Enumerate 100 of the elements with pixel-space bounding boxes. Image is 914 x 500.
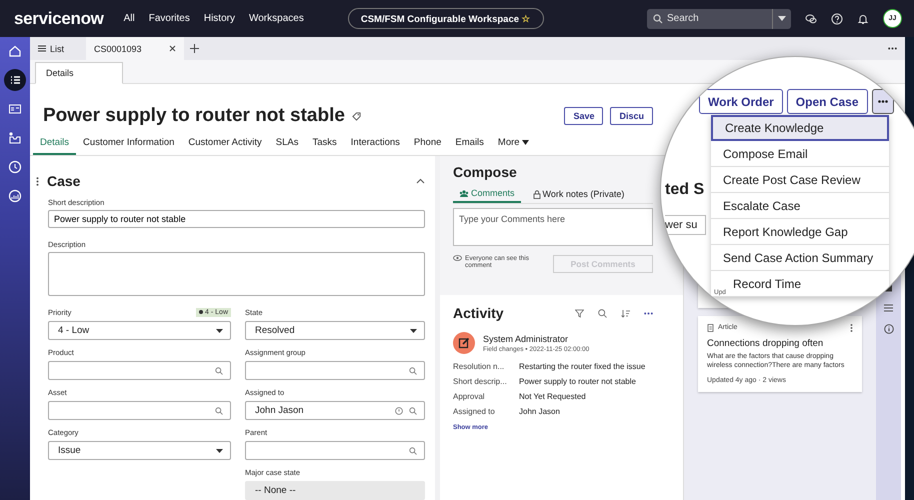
record-action-button[interactable]: Discu: [610, 107, 653, 125]
lock-icon: [532, 190, 541, 198]
change-field: Resolution n...: [453, 362, 519, 371]
dropdown-field[interactable]: Resolved: [245, 321, 425, 340]
lookup-field[interactable]: John Jason: [245, 401, 425, 420]
change-field: Assigned to: [453, 407, 519, 416]
search-field[interactable]: Search: [647, 8, 772, 28]
caret-icon: [410, 328, 417, 332]
sort-icon[interactable]: [621, 308, 630, 318]
card-icon: [8, 102, 22, 116]
collapse-chevron-icon[interactable]: [416, 178, 425, 184]
description-field[interactable]: [48, 252, 425, 296]
list-icon: [38, 45, 46, 52]
menu-item[interactable]: Create Post Case Review: [711, 167, 889, 193]
article-icon: [707, 324, 715, 332]
record-tab[interactable]: Customer Information: [76, 134, 182, 155]
close-icon[interactable]: [169, 45, 176, 52]
section-title: Compose: [453, 164, 518, 180]
caret-icon: [216, 448, 223, 452]
record-tab[interactable]: Phone: [406, 134, 448, 155]
record-tab[interactable]: Emails: [448, 134, 491, 155]
home-icon: [8, 44, 22, 58]
search-icon: [409, 446, 417, 454]
activity-author: System Administrator: [483, 334, 570, 344]
clock-icon: [8, 160, 22, 174]
lookup-field[interactable]: [48, 361, 231, 380]
caret-icon: [778, 16, 786, 21]
search-icon[interactable]: [598, 308, 607, 318]
tag-icon[interactable]: [352, 112, 361, 120]
article-title: Connections dropping often: [707, 338, 824, 349]
section-title: Activity: [453, 305, 504, 321]
list-icon[interactable]: [884, 304, 893, 312]
lookup-field[interactable]: [245, 361, 425, 380]
workspace-switcher[interactable]: CSM/FSM Configurable Workspace ☆: [348, 8, 544, 29]
eye-icon: [453, 255, 462, 261]
info-icon[interactable]: [884, 324, 894, 334]
rail-nav-item[interactable]: [4, 69, 26, 91]
filter-icon[interactable]: [575, 308, 584, 318]
drag-handle-icon[interactable]: [36, 176, 39, 186]
people-icon: [459, 190, 469, 196]
record-tab[interactable]: Customer Activity: [181, 134, 269, 155]
chart-icon: [8, 189, 22, 203]
nav-link[interactable]: History: [204, 13, 235, 24]
more-icon[interactable]: [888, 47, 897, 50]
record-tab[interactable]: SLAs: [268, 134, 306, 155]
record-action-button[interactable]: Open Case: [786, 89, 868, 114]
lookup-field[interactable]: [245, 441, 425, 460]
help-icon[interactable]: [831, 12, 843, 24]
more-icon[interactable]: [850, 324, 853, 332]
short-description-field[interactable]: Power supply to router not stable: [48, 210, 425, 228]
workspace-tab[interactable]: List: [30, 37, 86, 60]
more-icon: [878, 100, 888, 103]
record-tab[interactable]: Interactions: [344, 134, 407, 155]
menu-item[interactable]: Escalate Case: [711, 193, 889, 219]
nav-link[interactable]: Favorites: [148, 13, 190, 24]
compose-tab[interactable]: Work notes (Private): [526, 186, 630, 203]
record-action-button[interactable]: Save: [564, 107, 604, 125]
more-actions-button[interactable]: [872, 89, 894, 114]
heading-fragment: ted S: [665, 181, 704, 199]
caret-icon: [522, 140, 530, 145]
dropdown-field[interactable]: 4 - Low: [48, 321, 231, 340]
dropdown-field[interactable]: Issue: [48, 441, 231, 460]
notification-bell-icon[interactable]: [857, 12, 869, 24]
workspace-tab[interactable]: CS0001093: [86, 37, 184, 60]
readonly-field: -- None --: [245, 481, 425, 500]
more-tabs-menu[interactable]: More: [490, 134, 536, 155]
edit-avatar-icon: [453, 332, 475, 354]
servicenow-logo[interactable]: servicenow: [14, 8, 104, 28]
comment-field[interactable]: Type your Comments here: [453, 208, 653, 246]
section-title: Case: [47, 173, 80, 189]
nav-link[interactable]: Workspaces: [248, 13, 304, 24]
record-action-button[interactable]: Work Order: [699, 89, 783, 114]
caret-icon: [216, 328, 223, 332]
change-value: John Jason: [519, 407, 561, 416]
more-icon[interactable]: [644, 312, 653, 314]
inbox-icon: [8, 131, 22, 145]
lookup-field[interactable]: [48, 401, 231, 420]
change-value: Not Yet Requested: [519, 392, 587, 401]
change-value: Power supply to router not stable: [519, 377, 637, 386]
menu-item[interactable]: Report Knowledge Gap: [711, 219, 889, 245]
record-sub-tab[interactable]: Details: [35, 62, 123, 84]
search-dropdown-button[interactable]: [772, 8, 791, 28]
change-field: Short descrip...: [453, 377, 519, 386]
search-icon: [215, 406, 223, 414]
menu-item[interactable]: Create Knowledge: [711, 115, 889, 141]
chat-icon[interactable]: [805, 12, 817, 24]
change-field: Approval: [453, 392, 519, 401]
record-tab[interactable]: Details: [33, 134, 76, 155]
search-icon: [215, 366, 223, 374]
search-fragment: wer su: [665, 215, 706, 235]
search-icon: [409, 366, 417, 374]
nav-link[interactable]: All: [124, 13, 135, 24]
menu-item[interactable]: Send Case Action Summary: [711, 245, 889, 271]
menu-item[interactable]: Compose Email: [711, 141, 889, 167]
record-tab[interactable]: Tasks: [306, 134, 344, 155]
compose-tab[interactable]: Comments: [453, 186, 521, 203]
info-icon[interactable]: [395, 406, 403, 414]
change-value: Restarting the router fixed the issue: [519, 362, 646, 371]
search-icon: [409, 406, 417, 414]
add-tab-icon[interactable]: [190, 44, 199, 53]
